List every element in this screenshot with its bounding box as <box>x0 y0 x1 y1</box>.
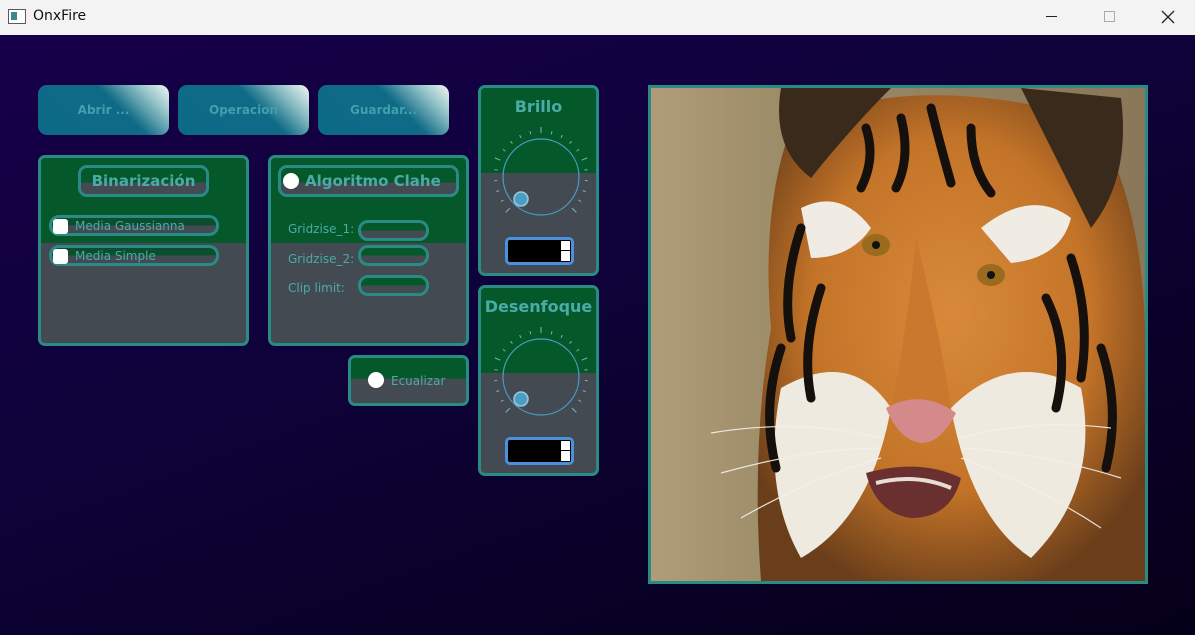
dial-tick <box>560 334 563 339</box>
dial-tick <box>578 199 582 202</box>
binarization-panel: Binarización Media Gaussianna Media Simp… <box>38 155 249 346</box>
dial-tick <box>550 331 553 335</box>
minimize-button[interactable] <box>1028 0 1074 33</box>
dial-tick <box>569 340 572 344</box>
dial-tick <box>576 148 580 152</box>
binarization-title: Binarización <box>78 165 209 197</box>
dial-tick <box>494 357 501 361</box>
dial-tick <box>550 131 553 135</box>
dial-tick <box>519 334 522 339</box>
dial-tick <box>582 390 586 392</box>
simple-mean-label: Media Simple <box>75 249 156 263</box>
equalize-label: Ecualizar <box>391 374 446 388</box>
checkbox-box[interactable] <box>53 219 68 234</box>
close-icon <box>1161 10 1175 23</box>
dial-tick <box>582 190 586 192</box>
save-button[interactable]: Guardar... <box>318 85 449 135</box>
brightness-title: Brillo <box>514 97 563 116</box>
dial-tick <box>519 134 522 139</box>
radio-indicator[interactable] <box>283 173 299 189</box>
gridsize-2-label: Gridzise_2: <box>288 252 355 266</box>
blur-panel: Desenfoque <box>478 285 599 476</box>
clip-limit-label: Clip limit: <box>288 281 345 295</box>
app-icon <box>8 9 26 24</box>
dial-tick <box>529 131 532 135</box>
clahe-panel: Algoritmo Clahe Gridzise_1: Gridzise_2: … <box>268 155 469 346</box>
dial-tick <box>578 399 582 402</box>
dial-tick <box>494 157 501 161</box>
gridsize-1-input[interactable] <box>358 220 429 241</box>
dial-tick <box>571 207 577 213</box>
brightness-panel: Brillo <box>478 85 599 276</box>
clahe-title: Algoritmo Clahe <box>305 172 441 190</box>
dial-tick <box>500 399 504 402</box>
dial-tick <box>500 199 504 202</box>
spinbox-arrows[interactable] <box>560 241 571 261</box>
dial-tick <box>502 348 506 352</box>
gridsize-1-label: Gridzise_1: <box>288 222 355 236</box>
dial-tick <box>510 340 513 344</box>
maximize-icon <box>1103 11 1115 22</box>
clip-limit-input[interactable] <box>358 275 429 296</box>
dial-tick <box>505 207 511 213</box>
dial-tick <box>581 157 588 161</box>
window-title: OnxFire <box>33 8 87 24</box>
blur-spinbox[interactable] <box>505 437 574 465</box>
spinbox-arrows[interactable] <box>560 441 571 461</box>
brightness-dial[interactable] <box>487 123 595 231</box>
maximize-button[interactable] <box>1086 0 1132 33</box>
equalize-radio-button[interactable]: Ecualizar <box>348 355 469 406</box>
dial-tick <box>496 390 500 392</box>
tiger-photo <box>651 88 1145 581</box>
dial-tick <box>576 348 580 352</box>
checkbox-box[interactable] <box>53 249 68 264</box>
dial-tick <box>510 140 513 144</box>
dial-tick <box>560 134 563 139</box>
gridsize-2-input[interactable] <box>358 245 429 266</box>
operation-button[interactable]: Operacion <box>178 85 309 135</box>
dial-tick <box>529 331 532 335</box>
close-button[interactable] <box>1145 0 1191 33</box>
blur-dial[interactable] <box>487 323 595 431</box>
radio-indicator[interactable] <box>368 372 384 388</box>
dial-tick <box>505 407 511 413</box>
blur-title: Desenfoque <box>484 297 593 316</box>
main-window: Abrir ... Operacion Guardar... Binarizac… <box>0 35 1195 635</box>
dial-tick <box>571 407 577 413</box>
brightness-spinbox[interactable] <box>505 237 574 265</box>
dial-tick <box>496 190 500 192</box>
simple-mean-checkbox[interactable]: Media Simple <box>49 245 219 266</box>
gaussian-mean-checkbox[interactable]: Media Gaussianna <box>49 215 219 236</box>
gaussian-mean-label: Media Gaussianna <box>75 219 185 233</box>
image-viewer <box>648 85 1148 584</box>
dial-tick <box>569 140 572 144</box>
clahe-radio-button[interactable]: Algoritmo Clahe <box>278 165 459 197</box>
title-bar: OnxFire <box>0 0 1195 35</box>
minimize-icon <box>1045 16 1057 17</box>
open-button[interactable]: Abrir ... <box>38 85 169 135</box>
dial-tick <box>502 148 506 152</box>
dial-tick <box>581 357 588 361</box>
